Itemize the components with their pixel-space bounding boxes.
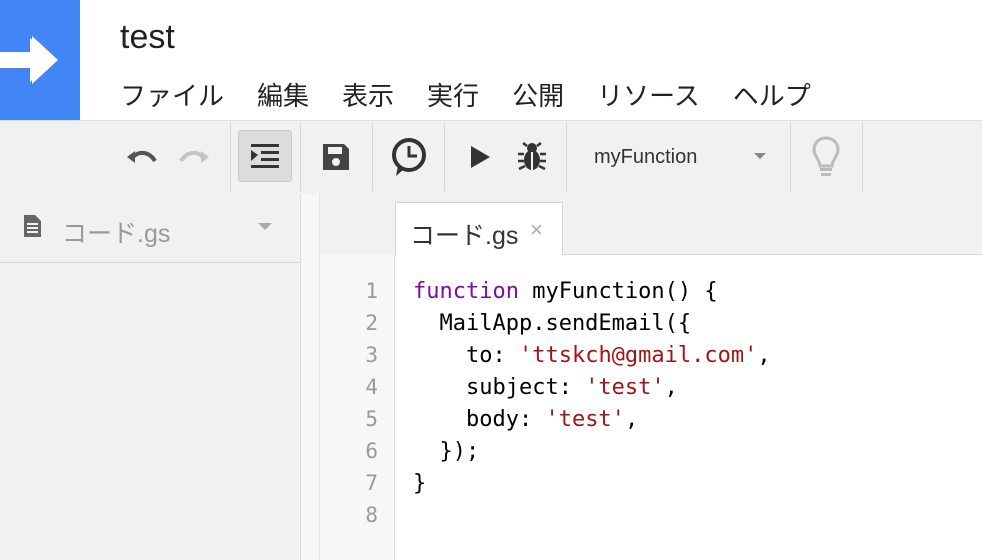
editor-tab-bar: コード.gs × — [320, 194, 982, 255]
code-line: }); — [413, 436, 479, 468]
triggers-button[interactable] — [386, 135, 432, 181]
save-button[interactable] — [316, 137, 356, 177]
lightbulb-icon — [812, 136, 840, 176]
menu-run[interactable]: 実行 — [427, 76, 479, 113]
line-number-gutter: 1 2 3 4 5 6 7 8 — [320, 254, 395, 560]
code-text: , — [664, 375, 678, 400]
line-number: 3 — [365, 343, 378, 367]
save-icon — [323, 144, 349, 170]
undo-icon — [127, 150, 157, 163]
code-text: myFunction() { — [518, 279, 718, 304]
function-select[interactable]: myFunction — [594, 146, 697, 169]
menu-file[interactable]: ファイル — [120, 76, 224, 113]
code-text: }); — [413, 439, 480, 464]
line-number: 7 — [365, 471, 378, 495]
chevron-down-icon[interactable] — [754, 153, 766, 159]
menu-resources[interactable]: リソース — [597, 76, 700, 113]
line-number: 1 — [365, 279, 378, 303]
panel-divider[interactable] — [300, 194, 320, 560]
code-text: , — [757, 343, 771, 368]
code-line: function myFunction() { — [413, 276, 718, 308]
run-button[interactable] — [462, 141, 498, 173]
line-number: 4 — [365, 375, 378, 399]
line-number: 2 — [365, 311, 378, 335]
keyword-token: function — [413, 279, 519, 304]
code-text: to: — [413, 343, 519, 368]
indent-icon — [251, 144, 279, 168]
redo-button[interactable] — [174, 141, 214, 173]
string-token: 'ttskch@gmail.com' — [518, 343, 758, 368]
menu-edit[interactable]: 編集 — [257, 76, 309, 113]
lightbulb-button[interactable] — [806, 133, 846, 181]
menu-publish[interactable]: 公開 — [512, 76, 564, 113]
menu-view[interactable]: 表示 — [342, 76, 394, 113]
code-line: to: 'ttskch@gmail.com', — [413, 340, 771, 372]
code-line: body: 'test', — [413, 404, 638, 436]
line-number: 8 — [365, 503, 378, 527]
code-line: } — [413, 468, 426, 500]
apps-script-logo[interactable] — [0, 0, 80, 120]
project-title[interactable]: test — [120, 18, 175, 57]
redo-icon — [179, 150, 209, 163]
file-menu-caret-icon[interactable] — [258, 223, 272, 230]
close-icon[interactable]: × — [530, 217, 543, 243]
undo-button[interactable] — [122, 141, 162, 173]
code-text: subject: — [413, 375, 586, 400]
run-icon — [471, 146, 490, 168]
line-number: 5 — [365, 407, 378, 431]
code-line: MailApp.sendEmail({ — [413, 308, 691, 340]
sidebar-file-item[interactable]: コード.gs — [0, 194, 300, 263]
tab-code-gs[interactable]: コード.gs × — [395, 202, 563, 255]
menu-bar: ファイル 編集 表示 実行 公開 リソース ヘルプ — [120, 76, 844, 113]
tab-label: コード.gs — [410, 222, 519, 250]
arrow-logo-icon — [0, 36, 58, 84]
menu-help[interactable]: ヘルプ — [733, 76, 811, 113]
string-token: 'test' — [545, 407, 625, 432]
code-line: subject: 'test', — [413, 372, 678, 404]
code-text: } — [413, 471, 427, 496]
clock-trigger-icon — [392, 138, 426, 176]
code-text: MailApp.sendEmail({ — [413, 311, 692, 336]
auto-indent-button[interactable] — [238, 130, 292, 182]
sidebar-file-name: コード.gs — [62, 220, 171, 248]
code-text: body: — [413, 407, 546, 432]
file-sidebar: コード.gs — [0, 194, 300, 560]
code-text: , — [624, 407, 639, 432]
string-token: 'test' — [585, 375, 665, 400]
document-icon — [24, 215, 41, 237]
line-number: 6 — [365, 439, 378, 463]
toolbar: myFunction — [0, 120, 982, 195]
debug-button[interactable] — [512, 137, 552, 177]
debug-bug-icon — [518, 142, 546, 171]
